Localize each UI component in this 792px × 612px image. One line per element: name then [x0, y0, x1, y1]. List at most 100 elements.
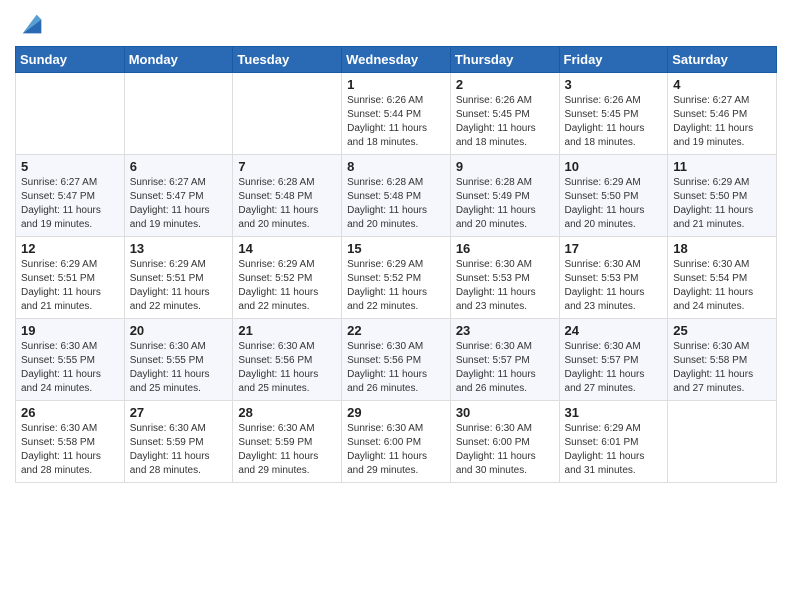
- calendar-cell: 18 Sunrise: 6:30 AMSunset: 5:54 PMDayligh…: [668, 237, 777, 319]
- day-info: Sunrise: 6:30 AMSunset: 5:54 PMDaylight:…: [673, 258, 771, 314]
- day-info: Sunrise: 6:29 AMSunset: 5:52 PMDaylight:…: [347, 258, 445, 314]
- day-number: 4: [673, 77, 771, 92]
- day-number: 17: [565, 241, 663, 256]
- day-info: Sunrise: 6:30 AMSunset: 5:59 PMDaylight:…: [130, 422, 228, 478]
- calendar-cell: 10 Sunrise: 6:29 AMSunset: 5:50 PMDayligh…: [559, 155, 668, 237]
- day-info: Sunrise: 6:29 AMSunset: 5:51 PMDaylight:…: [21, 258, 119, 314]
- day-number: 14: [238, 241, 336, 256]
- day-info: Sunrise: 6:30 AMSunset: 5:59 PMDaylight:…: [238, 422, 336, 478]
- calendar-cell: [668, 401, 777, 483]
- week-row-4: 19 Sunrise: 6:30 AMSunset: 5:55 PMDayligh…: [16, 319, 777, 401]
- day-info: Sunrise: 6:30 AMSunset: 5:53 PMDaylight:…: [456, 258, 554, 314]
- calendar-cell: [16, 73, 125, 155]
- calendar-cell: 22 Sunrise: 6:30 AMSunset: 5:56 PMDayligh…: [342, 319, 451, 401]
- day-number: 24: [565, 323, 663, 338]
- calendar-cell: 7 Sunrise: 6:28 AMSunset: 5:48 PMDaylight…: [233, 155, 342, 237]
- calendar-cell: 12 Sunrise: 6:29 AMSunset: 5:51 PMDayligh…: [16, 237, 125, 319]
- calendar-cell: 29Sunrise: 6:30 AMSunset: 6:00 PMDayligh…: [342, 401, 451, 483]
- calendar-cell: 28 Sunrise: 6:30 AMSunset: 5:59 PMDayligh…: [233, 401, 342, 483]
- day-info: Sunrise: 6:27 AMSunset: 5:47 PMDaylight:…: [130, 176, 228, 232]
- day-number: 23: [456, 323, 554, 338]
- week-row-2: 5Sunrise: 6:27 AMSunset: 5:47 PMDaylight…: [16, 155, 777, 237]
- day-info: Sunrise: 6:27 AMSunset: 5:47 PMDaylight:…: [21, 176, 119, 232]
- calendar-cell: 16Sunrise: 6:30 AMSunset: 5:53 PMDayligh…: [450, 237, 559, 319]
- day-info: Sunrise: 6:30 AMSunset: 5:58 PMDaylight:…: [21, 422, 119, 478]
- day-info: Sunrise: 6:30 AMSunset: 5:55 PMDaylight:…: [21, 340, 119, 396]
- weekday-wednesday: Wednesday: [342, 47, 451, 73]
- day-number: 20: [130, 323, 228, 338]
- day-number: 15: [347, 241, 445, 256]
- header: [15, 10, 777, 38]
- day-number: 8: [347, 159, 445, 174]
- weekday-saturday: Saturday: [668, 47, 777, 73]
- day-info: Sunrise: 6:30 AMSunset: 5:57 PMDaylight:…: [565, 340, 663, 396]
- calendar-table: SundayMondayTuesdayWednesdayThursdayFrid…: [15, 46, 777, 483]
- day-number: 10: [565, 159, 663, 174]
- calendar-cell: 3 Sunrise: 6:26 AMSunset: 5:45 PMDaylight…: [559, 73, 668, 155]
- day-info: Sunrise: 6:28 AMSunset: 5:49 PMDaylight:…: [456, 176, 554, 232]
- day-number: 31: [565, 405, 663, 420]
- calendar-cell: [124, 73, 233, 155]
- day-info: Sunrise: 6:30 AMSunset: 6:00 PMDaylight:…: [456, 422, 554, 478]
- day-info: Sunrise: 6:28 AMSunset: 5:48 PMDaylight:…: [238, 176, 336, 232]
- weekday-sunday: Sunday: [16, 47, 125, 73]
- calendar-cell: 19 Sunrise: 6:30 AMSunset: 5:55 PMDayligh…: [16, 319, 125, 401]
- logo: [15, 10, 46, 38]
- day-number: 9: [456, 159, 554, 174]
- weekday-header-row: SundayMondayTuesdayWednesdayThursdayFrid…: [16, 47, 777, 73]
- calendar-cell: 6Sunrise: 6:27 AMSunset: 5:47 PMDaylight…: [124, 155, 233, 237]
- day-number: 28: [238, 405, 336, 420]
- day-number: 22: [347, 323, 445, 338]
- day-info: Sunrise: 6:28 AMSunset: 5:48 PMDaylight:…: [347, 176, 445, 232]
- day-number: 12: [21, 241, 119, 256]
- calendar-cell: 2Sunrise: 6:26 AMSunset: 5:45 PMDaylight…: [450, 73, 559, 155]
- day-info: Sunrise: 6:30 AMSunset: 5:55 PMDaylight:…: [130, 340, 228, 396]
- day-number: 27: [130, 405, 228, 420]
- calendar-cell: 17 Sunrise: 6:30 AMSunset: 5:53 PMDayligh…: [559, 237, 668, 319]
- day-number: 18: [673, 241, 771, 256]
- calendar-cell: 20 Sunrise: 6:30 AMSunset: 5:55 PMDayligh…: [124, 319, 233, 401]
- calendar-cell: 9 Sunrise: 6:28 AMSunset: 5:49 PMDaylight…: [450, 155, 559, 237]
- day-info: Sunrise: 6:27 AMSunset: 5:46 PMDaylight:…: [673, 94, 771, 150]
- day-number: 30: [456, 405, 554, 420]
- page: SundayMondayTuesdayWednesdayThursdayFrid…: [0, 0, 792, 612]
- week-row-1: 1 Sunrise: 6:26 AMSunset: 5:44 PMDaylight…: [16, 73, 777, 155]
- day-info: Sunrise: 6:29 AMSunset: 5:50 PMDaylight:…: [673, 176, 771, 232]
- day-number: 26: [21, 405, 119, 420]
- calendar-cell: [233, 73, 342, 155]
- calendar-cell: 1 Sunrise: 6:26 AMSunset: 5:44 PMDaylight…: [342, 73, 451, 155]
- day-number: 13: [130, 241, 228, 256]
- calendar-cell: 13Sunrise: 6:29 AMSunset: 5:51 PMDayligh…: [124, 237, 233, 319]
- day-info: Sunrise: 6:26 AMSunset: 5:44 PMDaylight:…: [347, 94, 445, 150]
- day-info: Sunrise: 6:30 AMSunset: 5:58 PMDaylight:…: [673, 340, 771, 396]
- calendar-cell: 8 Sunrise: 6:28 AMSunset: 5:48 PMDaylight…: [342, 155, 451, 237]
- weekday-thursday: Thursday: [450, 47, 559, 73]
- calendar-cell: 23 Sunrise: 6:30 AMSunset: 5:57 PMDayligh…: [450, 319, 559, 401]
- calendar-cell: 14Sunrise: 6:29 AMSunset: 5:52 PMDayligh…: [233, 237, 342, 319]
- day-number: 19: [21, 323, 119, 338]
- day-info: Sunrise: 6:30 AMSunset: 5:56 PMDaylight:…: [238, 340, 336, 396]
- day-number: 1: [347, 77, 445, 92]
- day-number: 29: [347, 405, 445, 420]
- day-info: Sunrise: 6:29 AMSunset: 5:50 PMDaylight:…: [565, 176, 663, 232]
- weekday-tuesday: Tuesday: [233, 47, 342, 73]
- day-info: Sunrise: 6:30 AMSunset: 5:56 PMDaylight:…: [347, 340, 445, 396]
- day-info: Sunrise: 6:26 AMSunset: 5:45 PMDaylight:…: [565, 94, 663, 150]
- weekday-monday: Monday: [124, 47, 233, 73]
- calendar-cell: 26 Sunrise: 6:30 AMSunset: 5:58 PMDayligh…: [16, 401, 125, 483]
- week-row-3: 12 Sunrise: 6:29 AMSunset: 5:51 PMDayligh…: [16, 237, 777, 319]
- day-number: 7: [238, 159, 336, 174]
- day-number: 11: [673, 159, 771, 174]
- day-info: Sunrise: 6:30 AMSunset: 5:57 PMDaylight:…: [456, 340, 554, 396]
- day-number: 3: [565, 77, 663, 92]
- day-info: Sunrise: 6:30 AMSunset: 5:53 PMDaylight:…: [565, 258, 663, 314]
- calendar-cell: 31Sunrise: 6:29 AMSunset: 6:01 PMDayligh…: [559, 401, 668, 483]
- week-row-5: 26 Sunrise: 6:30 AMSunset: 5:58 PMDayligh…: [16, 401, 777, 483]
- calendar-cell: 11 Sunrise: 6:29 AMSunset: 5:50 PMDayligh…: [668, 155, 777, 237]
- calendar-cell: 25Sunrise: 6:30 AMSunset: 5:58 PMDayligh…: [668, 319, 777, 401]
- day-number: 2: [456, 77, 554, 92]
- logo-icon: [18, 10, 46, 38]
- calendar-cell: 21Sunrise: 6:30 AMSunset: 5:56 PMDayligh…: [233, 319, 342, 401]
- calendar-cell: 24 Sunrise: 6:30 AMSunset: 5:57 PMDayligh…: [559, 319, 668, 401]
- calendar-cell: 5Sunrise: 6:27 AMSunset: 5:47 PMDaylight…: [16, 155, 125, 237]
